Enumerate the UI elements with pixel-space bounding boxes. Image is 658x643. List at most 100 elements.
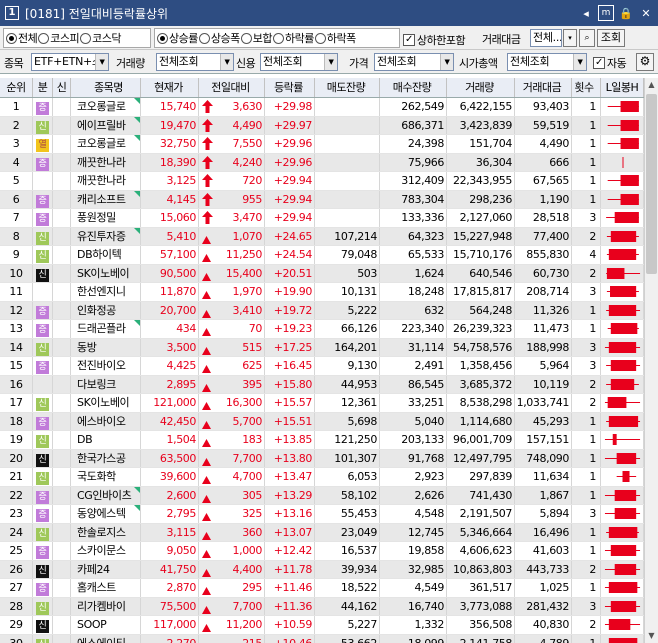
scroll-up-icon[interactable]: ▲ — [645, 78, 658, 92]
type-radio-4[interactable]: 하락폭 — [314, 30, 356, 46]
type-radio-0[interactable]: 상승률 — [157, 30, 198, 46]
stock-name-cell[interactable]: SK이노베이 — [71, 264, 141, 282]
column-header[interactable]: 거래대금 — [515, 78, 572, 97]
stock-name[interactable]: DB하이텍 — [77, 248, 122, 261]
stock-name[interactable]: 인화정공 — [77, 304, 116, 317]
stock-name[interactable]: 캐리소프트 — [77, 193, 126, 206]
column-header[interactable]: 현재가 — [141, 78, 199, 97]
stock-name[interactable]: 깨끗한나라 — [77, 156, 126, 169]
trade-amount-select[interactable]: 전체... — [530, 29, 562, 47]
gear-icon[interactable]: ⚙ — [636, 53, 654, 71]
stock-name[interactable]: 리가켐바이 — [77, 600, 126, 613]
table-row[interactable]: 8 신 유진투자증 5,410 1,070 +24.65 107,214 64,323 15,2… — [0, 227, 644, 246]
table-row[interactable]: 6 증 캐리소프트 4,145 955 +29.94 783,304 298,236 1,190… — [0, 190, 644, 209]
stock-name-cell[interactable]: 깨끗한나라 — [71, 153, 141, 171]
table-row[interactable]: 30신 에스에이티 2,270 215+10.4653,66218,0992,141,… — [0, 634, 644, 643]
item-select[interactable]: ETF+ETN+스! ▼ — [31, 53, 109, 71]
stock-name-cell[interactable]: 에스바이오 — [71, 412, 141, 430]
stock-name-cell[interactable]: 드래곤플라 — [71, 320, 141, 338]
volume-select[interactable]: 전체조회 ▼ — [156, 53, 234, 71]
stock-name-cell[interactable]: 스카이문스 — [71, 542, 141, 560]
stock-name-cell[interactable]: 풍원정밀 — [71, 209, 141, 227]
search-icon[interactable]: ⌕ — [579, 29, 595, 47]
collapse-icon[interactable]: ◂ — [578, 5, 594, 21]
stock-name-cell[interactable]: 에스에이티 — [71, 634, 141, 643]
market-radio-2[interactable]: 코스닥 — [80, 30, 121, 46]
stock-name-cell[interactable]: SOOP — [71, 616, 141, 634]
table-row[interactable]: 24 신 한솔로지스 3,115 360 +13.07 23,049 12,745 5,346,… — [0, 523, 644, 542]
stock-name[interactable]: 국도화학 — [77, 470, 116, 483]
column-header[interactable]: 매도잔량 — [315, 78, 380, 97]
table-row[interactable]: 21 신 국도화학 39,600 4,700 +13.47 6,053 2,923 297,83… — [0, 468, 644, 487]
stock-name[interactable]: DB — [77, 433, 93, 446]
table-row[interactable]: 19 신 DB 1,504 183 +13.85 121,250 203,133 96,001,… — [0, 431, 644, 450]
stock-name[interactable]: 카페24 — [77, 563, 110, 576]
column-header[interactable]: 신 — [53, 78, 71, 97]
stock-name[interactable]: 한선엔지니 — [77, 285, 126, 298]
stock-name-cell[interactable]: 한솔로지스 — [71, 523, 141, 541]
stock-name-cell[interactable]: 한국가스공 — [71, 449, 141, 467]
table-row[interactable]: 4 증 깨끗한나라 18,390 4,240 +29.96 75,966 36,304 666 1 — [0, 153, 644, 172]
stock-name[interactable]: 홈캐스트 — [77, 581, 116, 594]
stock-name-cell[interactable]: CG인바이츠 — [71, 486, 141, 504]
type-radio-3[interactable]: 하락률 — [273, 30, 314, 46]
stock-name[interactable]: 스카이문스 — [77, 544, 126, 557]
table-row[interactable]: 7 증 풍원정밀 15,060 3,470 +29.94 133,336 2,127,060 2… — [0, 209, 644, 228]
stock-name[interactable]: 풍원정밀 — [77, 211, 116, 224]
stock-name[interactable]: 동양에스텍 — [77, 507, 126, 520]
stock-name[interactable]: 에이프릴바 — [77, 119, 126, 132]
stock-name[interactable]: 다보링크 — [77, 378, 116, 391]
table-row[interactable]: 16 다보링크 2,895 395 +15.80 44,953 86,545 3,685,37… — [0, 375, 644, 394]
stock-name-cell[interactable]: 에이프릴바 — [71, 116, 141, 134]
table-row[interactable]: 12 증 인화정공 20,700 3,410 +19.72 5,222 632 564,248 1… — [0, 301, 644, 320]
table-row[interactable]: 29 신 SOOP 117,000 11,200 +10.59 5,227 1,332 356,… — [0, 616, 644, 635]
query-button[interactable]: 조회 — [597, 29, 625, 47]
price-select[interactable]: 전체조회 ▼ — [374, 53, 454, 71]
stock-name[interactable]: 코오롱글로 — [77, 100, 126, 113]
table-row[interactable]: 13 증 드래곤플라 434 70 +19.23 66,126 223,340 26,239,3… — [0, 320, 644, 339]
stock-name-cell[interactable]: 카페24 — [71, 560, 141, 578]
column-header[interactable]: 횟수 — [572, 78, 601, 97]
stock-name-cell[interactable]: 다보링크 — [71, 375, 141, 393]
stock-name-cell[interactable]: 인화정공 — [71, 301, 141, 319]
stock-name-cell[interactable]: 동양에스텍 — [71, 505, 141, 523]
dropdown-button[interactable]: ▾ — [563, 29, 577, 47]
table-row[interactable]: 5 깨끗한나라 3,125 720 +29.94 312,409 22,343,955 67,… — [0, 172, 644, 191]
credit-select[interactable]: 전체조회 ▼ — [260, 53, 338, 71]
stock-name[interactable]: 코오롱글로 — [77, 137, 126, 150]
stock-name[interactable]: 깨끗한나라 — [77, 174, 126, 187]
stock-name-cell[interactable]: 전진바이오 — [71, 357, 141, 375]
stock-name-cell[interactable]: DB하이텍 — [71, 246, 141, 264]
table-row[interactable]: 10 신 SK이노베이 90,500 15,400 +20.51 503 1,624 640,5… — [0, 264, 644, 283]
stock-name-cell[interactable]: DB — [71, 431, 141, 449]
stock-name-cell[interactable]: 캐리소프트 — [71, 190, 141, 208]
table-row[interactable]: 27 증 홈캐스트 2,870 295 +11.46 18,522 4,549 361,517 1… — [0, 579, 644, 598]
include-limit-checkbox[interactable]: ✓ 상하한포함 — [403, 32, 466, 48]
table-row[interactable]: 20 신 한국가스공 63,500 7,700 +13.80 101,307 91,768 12… — [0, 449, 644, 468]
table-row[interactable]: 26 신 카페24 41,750 4,400 +11.78 39,934 32,985 10,8… — [0, 560, 644, 579]
stock-name[interactable]: 한국가스공 — [77, 452, 126, 465]
table-row[interactable]: 28 신 리가켐바이 75,500 7,700 +11.36 44,162 16,740 3,7… — [0, 597, 644, 616]
table-row[interactable]: 9 신 DB하이텍 57,100 11,250 +24.54 79,048 65,533 15,… — [0, 246, 644, 265]
stock-name-cell[interactable]: 코오롱글로 — [71, 135, 141, 153]
lock-icon[interactable]: 🔒 — [618, 5, 634, 21]
vertical-scrollbar[interactable]: ▲ ▼ — [644, 78, 658, 643]
stock-name[interactable]: 에스에이티 — [77, 637, 126, 643]
table-row[interactable]: 1 증 코오롱글로 15,740 3,630 +29.98 262,549 6,422,155… — [0, 98, 644, 117]
auto-checkbox[interactable]: ✓ 자동 — [593, 55, 627, 71]
column-header[interactable]: 등락률 — [265, 78, 315, 97]
scroll-down-icon[interactable]: ▼ — [645, 629, 658, 643]
stock-name-cell[interactable]: 한선엔지니 — [71, 283, 141, 301]
table-row[interactable]: 14 신 동방 3,500 515 +17.25 164,201 31,114 54,758,5… — [0, 338, 644, 357]
stock-name[interactable]: 드래곤플라 — [77, 322, 126, 335]
close-button[interactable]: ✕ — [638, 5, 654, 21]
type-radio-1[interactable]: 상승폭 — [198, 30, 240, 46]
table-row[interactable]: 22 증 CG인바이츠 2,600 305 +13.29 58,102 2,626 741,43… — [0, 486, 644, 505]
scroll-thumb[interactable] — [646, 94, 657, 274]
stock-name[interactable]: 전진바이오 — [77, 359, 126, 372]
minimize-button[interactable]: m — [598, 5, 614, 21]
table-row[interactable]: 23 증 동양에스텍 2,795 325 +13.16 55,453 4,548 2,191,5… — [0, 505, 644, 524]
column-header[interactable]: L일봉H — [601, 78, 644, 97]
stock-name[interactable]: SOOP — [77, 618, 107, 631]
table-row[interactable]: 17 신 SK이노베이 121,000 16,300 +15.57 12,361 33,251… — [0, 394, 644, 413]
